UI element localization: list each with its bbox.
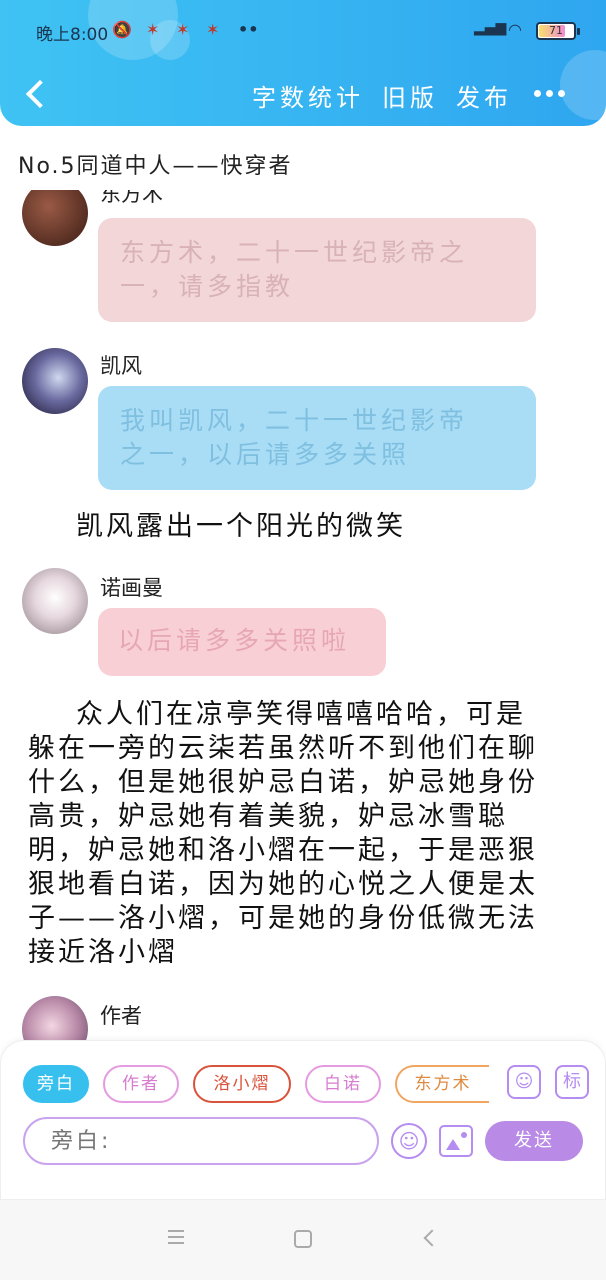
avatar[interactable] [22, 348, 88, 414]
narration-line: 狠地看白诺，因为她的心悦之人便是太 [28, 869, 538, 900]
publish-button[interactable]: 发布 [456, 78, 512, 113]
role-tag-narrator[interactable]: 旁白 [23, 1065, 89, 1103]
status-time: 晚上8:00 [36, 25, 109, 45]
message-text: 我叫凯风，二十一世纪影帝 [120, 406, 469, 435]
chapter-title: No.5同道中人——快穿者 [18, 154, 293, 179]
role-tag-author[interactable]: 作者 [103, 1065, 179, 1103]
battery-text: 71 [549, 24, 563, 37]
home-icon[interactable] [294, 1230, 312, 1248]
narration-text: 凯风露出一个阳光的微笑 [76, 511, 406, 542]
send-button[interactable]: 发送 [485, 1121, 583, 1161]
signal-icon: ▂▄▆ [474, 20, 507, 36]
back-icon[interactable] [420, 1228, 442, 1250]
more-notifications-icon: •• [238, 20, 259, 39]
system-nav-bar [0, 1200, 606, 1280]
battery-icon: 71 [536, 22, 580, 40]
speaker-name: 东方术 [100, 190, 163, 206]
narration-paragraph: 众人们在凉亭笑得嘻嘻哈哈，可是 躲在一旁的云柒若虽然听不到他们在聊 什么，但是她… [28, 698, 588, 970]
avatar[interactable] [22, 568, 88, 634]
wifi-icon: ◠ [508, 20, 522, 39]
app-notification-icon: ✶ [176, 20, 190, 39]
speaker-name: 诺画曼 [100, 576, 163, 600]
message-text: 东方术，二十一世纪影帝之 [120, 238, 469, 267]
message-text: 之一，以后请多多关照 [120, 440, 411, 469]
app-header: 晚上8:00 🔕 ✶ ✶ ✶ •• ▂▄▆ ◠ 71 字数统计 旧版 发布 [0, 0, 606, 126]
menu-icon[interactable] [166, 1228, 188, 1250]
composer-panel: 旁白 作者 洛小熠 白诺 东方术 ☺ 标 ☺ 发送 [0, 1040, 606, 1200]
character-manage-icon[interactable]: ☺ [507, 1065, 541, 1099]
story-content: 东方术 东方术，二十一世纪影帝之 一，请多指教 凯风 我叫凯风，二十一世纪影帝 … [0, 190, 606, 1040]
speaker-name: 凯风 [100, 354, 142, 378]
back-button[interactable] [20, 72, 56, 116]
message-input[interactable] [23, 1117, 379, 1165]
narration-line: 接近洛小熠 [28, 937, 178, 968]
status-bar: 晚上8:00 🔕 ✶ ✶ ✶ •• ▂▄▆ ◠ 71 [0, 14, 606, 48]
more-options-button[interactable] [534, 90, 566, 98]
narration-line: 高贵，妒忌她有着美貌，妒忌冰雪聪 [28, 801, 508, 832]
message-text: 一，请多指教 [120, 272, 295, 301]
message-bubble[interactable]: 以后请多多关照啦 [98, 608, 386, 676]
old-version-button[interactable]: 旧版 [382, 78, 438, 113]
role-tag-character[interactable]: 白诺 [305, 1065, 381, 1103]
emoji-icon[interactable]: ☺ [391, 1123, 427, 1159]
avatar[interactable] [22, 996, 88, 1040]
narration-line: 明，妒忌她和洛小熠在一起，于是恶狠 [28, 835, 538, 866]
app-notification-icon: ✶ [146, 20, 160, 39]
role-tag-character[interactable]: 洛小熠 [193, 1065, 291, 1103]
narration-line: 什么，但是她很妒忌白诺，妒忌她身份 [28, 767, 538, 798]
message-bubble[interactable]: 我叫凯风，二十一世纪影帝 之一，以后请多多关照 [98, 386, 536, 490]
narration-line: 众人们在凉亭笑得嘻嘻哈哈，可是 [76, 699, 526, 730]
app-notification-icon: ✶ [206, 20, 220, 39]
word-count-button[interactable]: 字数统计 [252, 78, 364, 113]
mark-button[interactable]: 标 [555, 1065, 589, 1099]
avatar[interactable] [22, 190, 88, 246]
narration-line: 子——洛小熠，可是她的身份低微无法 [28, 903, 538, 934]
narration-line: 躲在一旁的云柒若虽然听不到他们在聊 [28, 733, 538, 764]
message-text: 以后请多多关照啦 [118, 626, 351, 655]
mute-icon: 🔕 [112, 20, 132, 39]
message-bubble[interactable]: 东方术，二十一世纪影帝之 一，请多指教 [98, 218, 536, 322]
nav-bar: 字数统计 旧版 发布 [0, 72, 606, 116]
speaker-name: 作者 [100, 1004, 142, 1028]
image-icon[interactable] [439, 1125, 473, 1157]
role-tag-character[interactable]: 东方术 [395, 1065, 489, 1103]
